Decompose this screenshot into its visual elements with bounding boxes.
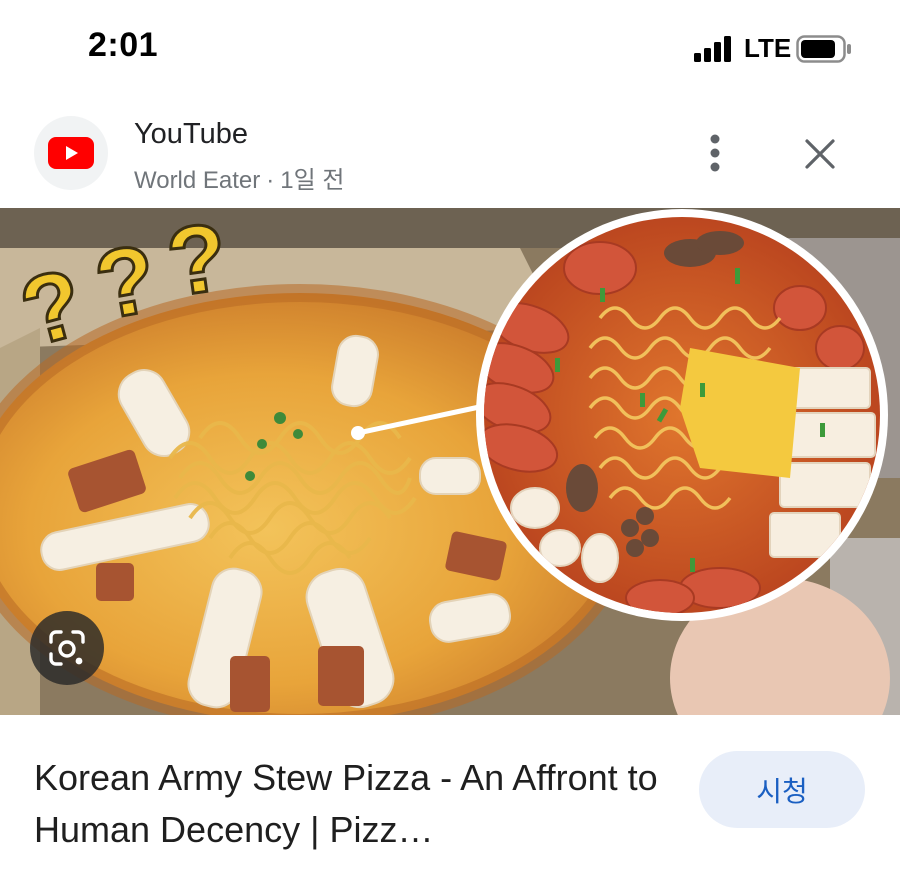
- watch-button[interactable]: 시청: [699, 751, 865, 828]
- video-meta: World Eater · 1일 전: [134, 160, 344, 195]
- thumbnail-image: ? ? ?: [0, 208, 900, 715]
- signal-icon: [694, 36, 731, 62]
- youtube-logo-icon: [34, 116, 108, 190]
- source-header: YouTube World Eater · 1일 전: [0, 100, 900, 206]
- network-type: LTE: [744, 33, 792, 63]
- more-options-button[interactable]: [690, 128, 740, 178]
- meta-separator: ·: [266, 167, 275, 194]
- video-title[interactable]: Korean Army Stew Pizza - An Affront to H…: [34, 752, 674, 856]
- video-thumbnail[interactable]: ? ? ?: [0, 208, 900, 715]
- battery-icon: [796, 35, 851, 63]
- upload-age: 1일 전: [280, 167, 345, 194]
- close-icon: [805, 139, 835, 169]
- close-button[interactable]: [794, 128, 846, 180]
- source-app-name: YouTube: [134, 118, 248, 150]
- google-lens-button[interactable]: [30, 611, 104, 685]
- status-bar: 2:01 LTE: [0, 0, 900, 96]
- more-vert-icon: [710, 134, 720, 172]
- status-time: 2:01: [88, 26, 159, 64]
- google-lens-icon: [49, 630, 85, 666]
- channel-name: World Eater: [134, 167, 261, 194]
